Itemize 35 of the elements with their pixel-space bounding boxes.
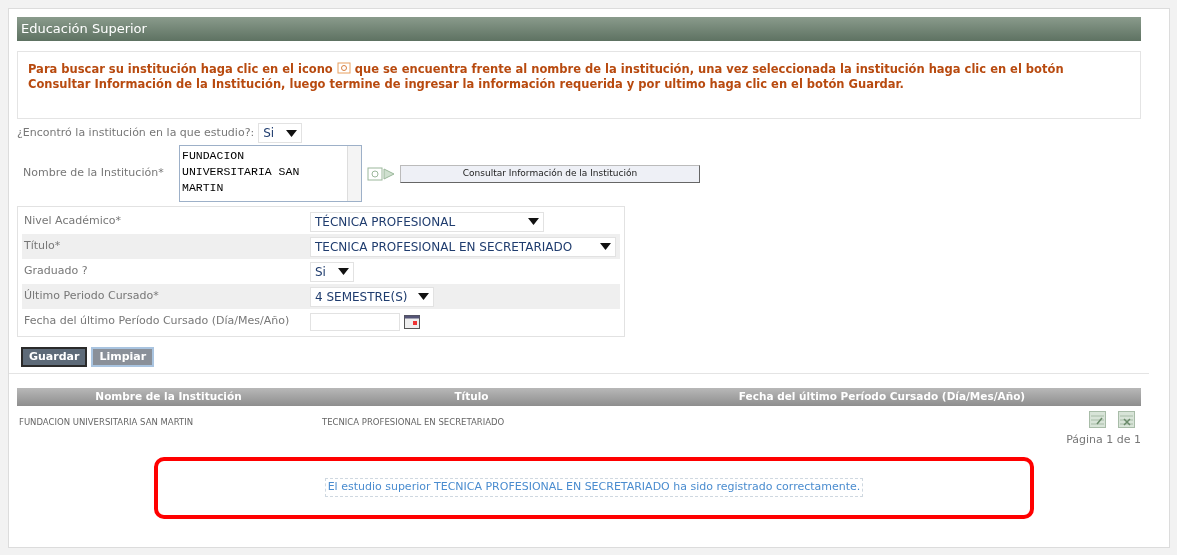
found-question-label: ¿Encontró la institución en la que estudio?:	[17, 124, 255, 141]
dropdown-caret-icon	[528, 218, 539, 225]
instructions-text: Para buscar su institución haga clic en el icono que se encuentra frente al nombre de la institución, una vez seleccionada la institución haga clic en el botón Consultar Información de la Institución, luego termine de ingresar la información requerida y por ultimo haga clic en el botón Guardar.	[28, 62, 1065, 92]
column-header: Nombre de la Institución	[94, 389, 243, 405]
column-header: Fecha del último Período Cursado (Día/Mes/Año)	[737, 389, 1027, 405]
dropdown-caret-icon	[286, 129, 298, 137]
dropdown-caret-icon	[418, 293, 429, 300]
dropdown[interactable]: Si	[258, 123, 303, 143]
dropdown-caret-icon	[338, 268, 349, 275]
dropdown[interactable]: TECNICA PROFESIONAL EN SECRETARIADO	[310, 236, 616, 257]
edit-icon[interactable]	[1089, 411, 1106, 428]
dropdown[interactable]: Si	[310, 261, 354, 282]
section-title: Educación Superior	[21, 20, 147, 39]
search-icon	[336, 62, 351, 75]
consult-button[interactable]: Consultar Información de la Institución	[400, 164, 700, 183]
table-cell-text: FUNDACION UNIVERSITARIA SAN MARTIN	[18, 417, 193, 427]
save-button[interactable]: Guardar	[21, 347, 88, 367]
field-label: Título*	[23, 238, 62, 255]
field-label: Fecha del último Período Cursado (Día/Mes/Año)	[23, 313, 291, 330]
table-cell-text: TECNICA PROFESIONAL EN SECRETARIADO	[321, 417, 505, 427]
dropdown[interactable]: 4 SEMESTRE(S)	[310, 286, 434, 307]
column-header: Título	[453, 389, 490, 405]
field-label: Nivel Académico*	[23, 213, 123, 230]
scrollbar[interactable]	[347, 146, 361, 201]
institution-textarea[interactable]: FUNDACION UNIVERSITARIA SAN MARTIN	[179, 145, 362, 202]
dropdown-caret-icon	[600, 243, 611, 250]
pagination-text: Página 1 de 1	[1066, 432, 1141, 448]
field-label: Último Periodo Cursado*	[23, 288, 160, 305]
calendar-icon[interactable]	[404, 314, 420, 329]
dropdown[interactable]: TÉCNICA PROFESIONAL	[310, 211, 544, 232]
success-message: El estudio superior TECNICA PROFESIONAL EN SECRETARIADO ha sido registrado correctamente.	[324, 478, 864, 497]
field-label: Graduado ?	[23, 263, 89, 280]
date-input[interactable]	[310, 312, 400, 331]
institution-label: Nombre de la Institución*	[22, 165, 165, 182]
delete-icon[interactable]	[1118, 411, 1135, 428]
